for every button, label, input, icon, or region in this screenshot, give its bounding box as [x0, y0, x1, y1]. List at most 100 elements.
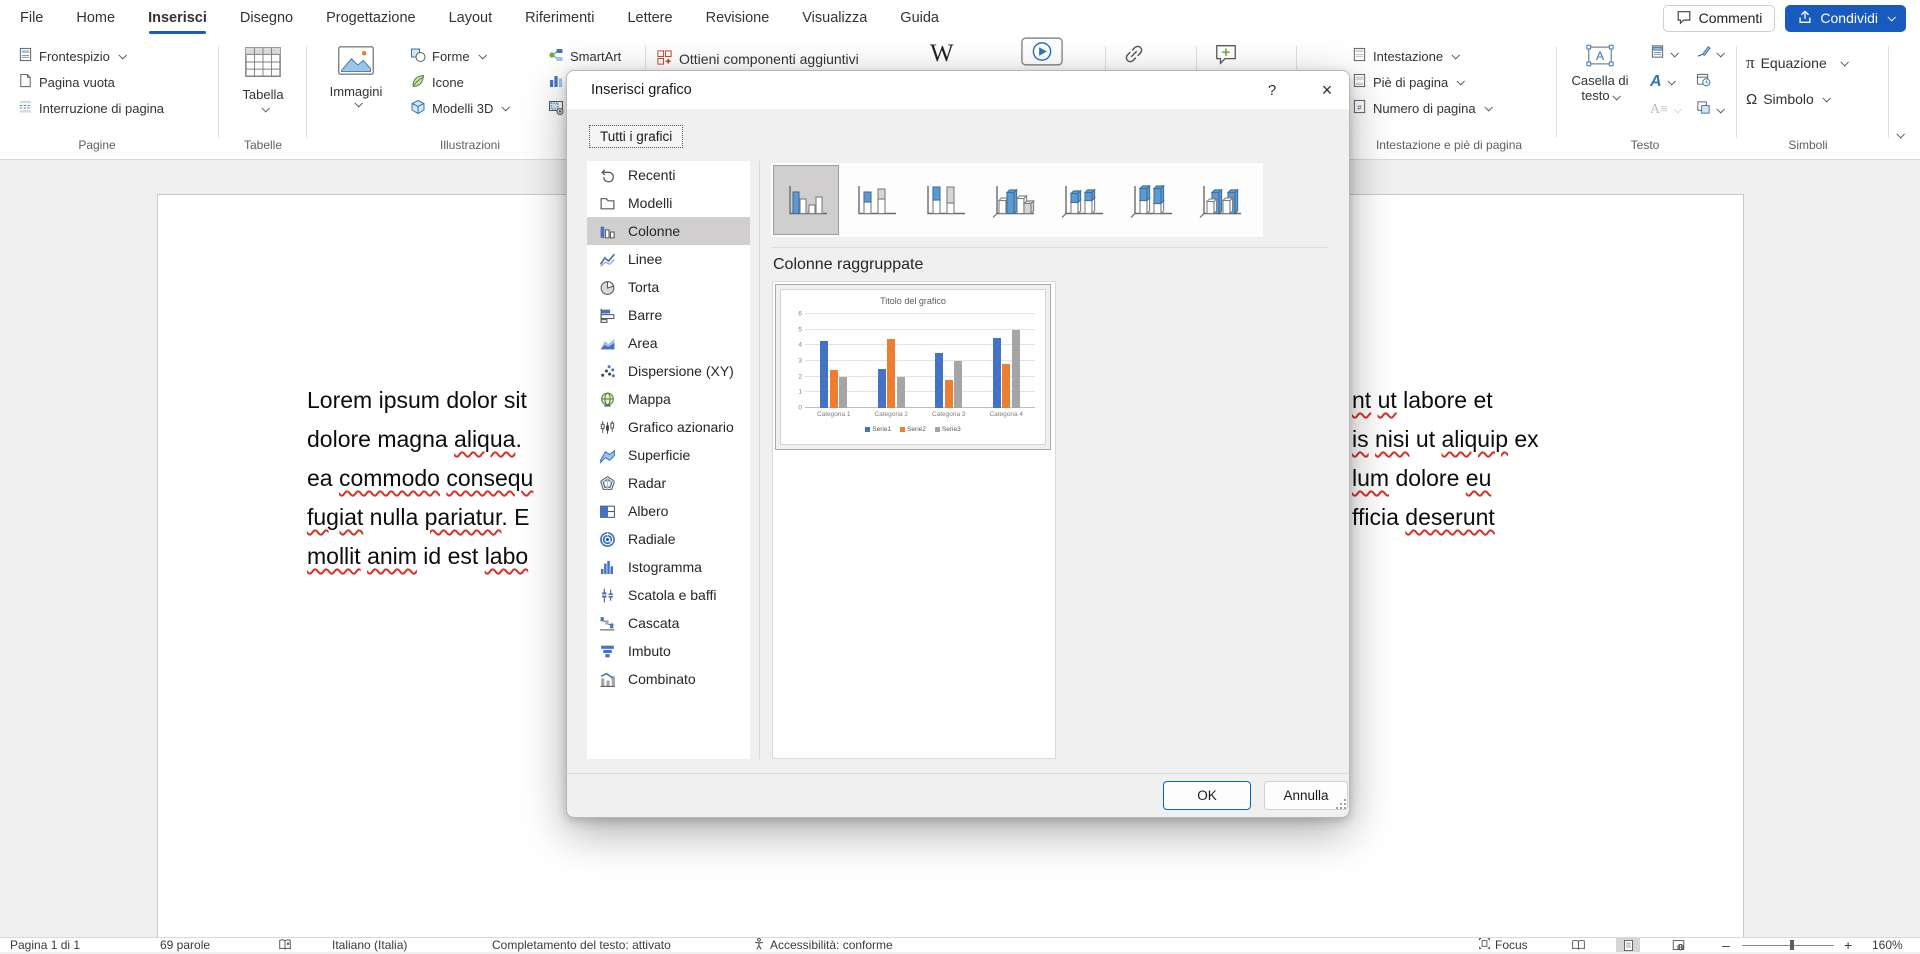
- category-barre[interactable]: Barre: [587, 301, 750, 329]
- screenshot-icon: [548, 99, 564, 118]
- table-icon: [242, 43, 284, 84]
- zoom-in-button[interactable]: +: [1844, 938, 1852, 952]
- signature-line-button[interactable]: [1696, 44, 1723, 64]
- page-number-button[interactable]: # Numero di pagina: [1352, 97, 1491, 119]
- category-area[interactable]: Area: [587, 329, 750, 357]
- category-scatola-e-baffi[interactable]: Scatola e baffi: [587, 581, 750, 609]
- shapes-button[interactable]: Forme: [410, 45, 485, 67]
- scatter-icon: [599, 363, 617, 380]
- category-superficie[interactable]: Superficie: [587, 441, 750, 469]
- subtype-column-clustered[interactable]: [773, 165, 839, 235]
- cover-page-button[interactable]: Frontespizio: [18, 45, 125, 67]
- category-recenti[interactable]: Recenti: [587, 161, 750, 189]
- dialog-titlebar[interactable]: Inserisci grafico ? ×: [567, 71, 1349, 109]
- share-button[interactable]: Condividi: [1785, 5, 1906, 32]
- footer-button[interactable]: Piè di pagina: [1352, 71, 1463, 93]
- word-count[interactable]: 69 parole: [160, 938, 210, 952]
- category-grafico-azionario[interactable]: Grafico azionario: [587, 413, 750, 441]
- category-combinato[interactable]: Combinato: [587, 665, 750, 693]
- category-radiale[interactable]: Radiale: [587, 525, 750, 553]
- document-text-right[interactable]: nt ut labore etis nisi ut aliquip exlum …: [1352, 381, 1539, 537]
- chevron-down-icon: [1822, 94, 1830, 102]
- link-button[interactable]: [1122, 44, 1146, 66]
- group-divider: [1556, 46, 1557, 138]
- category-linee[interactable]: Linee: [587, 245, 750, 273]
- drop-cap-button[interactable]: A≡: [1650, 100, 1680, 120]
- menu-tab-guida[interactable]: Guida: [900, 0, 939, 36]
- collapse-ribbon-chevron-icon[interactable]: [1896, 130, 1904, 138]
- category-modelli[interactable]: Modelli: [587, 189, 750, 217]
- zoom-slider[interactable]: [1742, 938, 1834, 952]
- online-video-button[interactable]: [1020, 42, 1064, 64]
- quick-parts-button[interactable]: [1650, 44, 1677, 64]
- document-text-line: dolore magna aliqua.: [307, 420, 533, 459]
- language-indicator[interactable]: Italiano (Italia): [332, 938, 407, 952]
- category-colonne[interactable]: Colonne: [587, 217, 750, 245]
- tab-all-charts[interactable]: Tutti i grafici: [589, 125, 683, 148]
- subtype-column-stacked-100[interactable]: [911, 165, 977, 235]
- category-imbuto[interactable]: Imbuto: [587, 637, 750, 665]
- menu-tab-home[interactable]: Home: [76, 0, 115, 36]
- text-box-button[interactable]: A Casella di testo: [1562, 44, 1638, 103]
- category-albero[interactable]: Albero: [587, 497, 750, 525]
- category-torta[interactable]: Torta: [587, 273, 750, 301]
- comments-button[interactable]: Commenti: [1663, 5, 1776, 32]
- zoom-thumb[interactable]: [1790, 940, 1794, 950]
- menu-tab-file[interactable]: File: [20, 0, 43, 36]
- menu-tab-progettazione[interactable]: Progettazione: [326, 0, 415, 36]
- pictures-button[interactable]: Immagini: [322, 43, 390, 107]
- zoom-out-button[interactable]: –: [1722, 938, 1730, 952]
- group-label-simboli: Simboli: [1788, 138, 1827, 152]
- help-button[interactable]: ?: [1257, 71, 1287, 109]
- get-addins-button[interactable]: Ottieni componenti aggiuntivi: [656, 48, 859, 70]
- close-icon[interactable]: ×: [1309, 71, 1345, 109]
- chart-preview-card[interactable]: Titolo del grafico0123456Categoria 1Cate…: [775, 284, 1051, 450]
- web-layout-button[interactable]: [1666, 938, 1690, 952]
- header-button[interactable]: Intestazione: [1352, 45, 1458, 67]
- category-istogramma[interactable]: Istogramma: [587, 553, 750, 581]
- new-comment-button[interactable]: [1214, 44, 1238, 66]
- ok-button[interactable]: OK: [1163, 781, 1251, 810]
- page-break-button[interactable]: Interruzione di pagina: [18, 97, 164, 119]
- smartart-button[interactable]: SmartArt: [548, 45, 621, 67]
- menu-tab-lettere[interactable]: Lettere: [627, 0, 672, 36]
- symbol-button[interactable]: Ω Simbolo: [1746, 88, 1829, 110]
- blank-page-button[interactable]: Pagina vuota: [18, 71, 115, 93]
- resize-grip[interactable]: [1335, 797, 1347, 815]
- print-layout-button[interactable]: [1616, 938, 1640, 952]
- subtype-column-3d[interactable]: [1187, 165, 1253, 235]
- 3d-models-button[interactable]: Modelli 3D: [410, 97, 508, 119]
- category-radar[interactable]: Radar: [587, 469, 750, 497]
- menu-tab-visualizza[interactable]: Visualizza: [802, 0, 867, 36]
- date-time-button[interactable]: [1696, 72, 1711, 92]
- zoom-level[interactable]: 160%: [1872, 938, 1903, 952]
- focus-mode-button[interactable]: Focus: [1478, 938, 1528, 952]
- equation-button[interactable]: π Equazione: [1746, 52, 1847, 74]
- menu-tab-revisione[interactable]: Revisione: [706, 0, 770, 36]
- category-dispersione-xy[interactable]: Dispersione (XY): [587, 357, 750, 385]
- page-info[interactable]: Pagina 1 di 1: [10, 938, 80, 952]
- category-mappa[interactable]: Mappa: [587, 385, 750, 413]
- text-completion-indicator[interactable]: Completamento del testo: attivato: [492, 938, 671, 952]
- bar-serie1: [935, 353, 943, 408]
- object-button[interactable]: [1696, 100, 1723, 120]
- menu-tab-riferimenti[interactable]: Riferimenti: [525, 0, 594, 36]
- subtype-column-3d-clustered[interactable]: [980, 165, 1046, 235]
- subtype-column-3d-stacked-100[interactable]: [1118, 165, 1184, 235]
- subtype-column-stacked[interactable]: [842, 165, 908, 235]
- zoom-track[interactable]: [1742, 938, 1834, 952]
- menu-tab-disegno[interactable]: Disegno: [240, 0, 293, 36]
- wordart-button[interactable]: A: [1650, 72, 1674, 92]
- table-button[interactable]: Tabella: [232, 43, 294, 112]
- icons-button[interactable]: Icone: [410, 71, 464, 93]
- proofing-icon[interactable]: [278, 938, 292, 952]
- read-mode-button[interactable]: [1566, 938, 1590, 952]
- menu-tab-inserisci[interactable]: Inserisci: [148, 0, 207, 36]
- document-text-left[interactable]: Lorem ipsum dolor sitdolore magna aliqua…: [307, 381, 533, 576]
- wikipedia-button[interactable]: W: [930, 40, 954, 68]
- subtype-column-3d-stacked[interactable]: [1049, 165, 1115, 235]
- menu-tab-layout[interactable]: Layout: [449, 0, 493, 36]
- category-cascata[interactable]: Cascata: [587, 609, 750, 637]
- accessibility-indicator[interactable]: Accessibilità: conforme: [752, 938, 893, 952]
- y-tick-label: 2: [790, 373, 802, 380]
